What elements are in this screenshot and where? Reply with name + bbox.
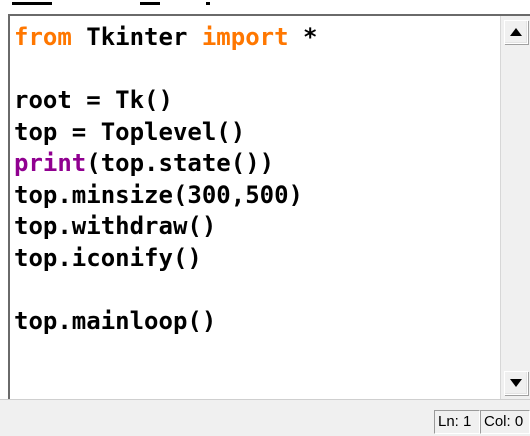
title-fragment-mark bbox=[140, 2, 160, 5]
triangle-down-icon bbox=[510, 379, 522, 387]
code-line: top.mainloop() bbox=[14, 306, 494, 338]
status-bar: Ln: 1 Col: 0 bbox=[0, 399, 530, 436]
code-line: from Tkinter import * bbox=[14, 22, 494, 54]
window-top-strip bbox=[0, 0, 530, 14]
triangle-up-icon bbox=[510, 28, 522, 36]
code-token: top = Toplevel() bbox=[14, 117, 246, 146]
code-line: print(top.state()) bbox=[14, 148, 494, 180]
code-editor[interactable]: from Tkinter import * root = Tk() top = T… bbox=[14, 22, 494, 392]
column-number-indicator: Col: 0 bbox=[480, 410, 530, 434]
code-line: top.iconify() bbox=[14, 243, 494, 275]
keyword-token: from bbox=[14, 23, 72, 51]
code-token: top.iconify() bbox=[14, 243, 202, 272]
scroll-up-button[interactable] bbox=[504, 20, 528, 44]
title-fragment-mark bbox=[206, 2, 210, 5]
builtin-token: print bbox=[14, 149, 87, 177]
title-fragment-mark bbox=[12, 2, 52, 5]
code-line: root = Tk() bbox=[14, 85, 494, 117]
code-line: top.withdraw() bbox=[14, 211, 494, 243]
code-token: top.withdraw() bbox=[14, 212, 217, 240]
code-token: top.minsize(300,500) bbox=[14, 180, 303, 209]
code-line: top = Toplevel() bbox=[14, 117, 494, 149]
line-number-indicator: Ln: 1 bbox=[434, 410, 480, 434]
code-line: top.minsize(300,500) bbox=[14, 180, 494, 212]
code-token: (top.state()) bbox=[86, 149, 275, 177]
code-token: top.mainloop() bbox=[14, 306, 217, 335]
vertical-scrollbar[interactable] bbox=[500, 16, 530, 399]
scroll-down-button[interactable] bbox=[504, 371, 528, 395]
code-token: Tkinter bbox=[71, 23, 202, 51]
code-token: * bbox=[288, 23, 318, 51]
keyword-token: import bbox=[201, 23, 289, 51]
code-token: root = Tk() bbox=[14, 86, 173, 114]
